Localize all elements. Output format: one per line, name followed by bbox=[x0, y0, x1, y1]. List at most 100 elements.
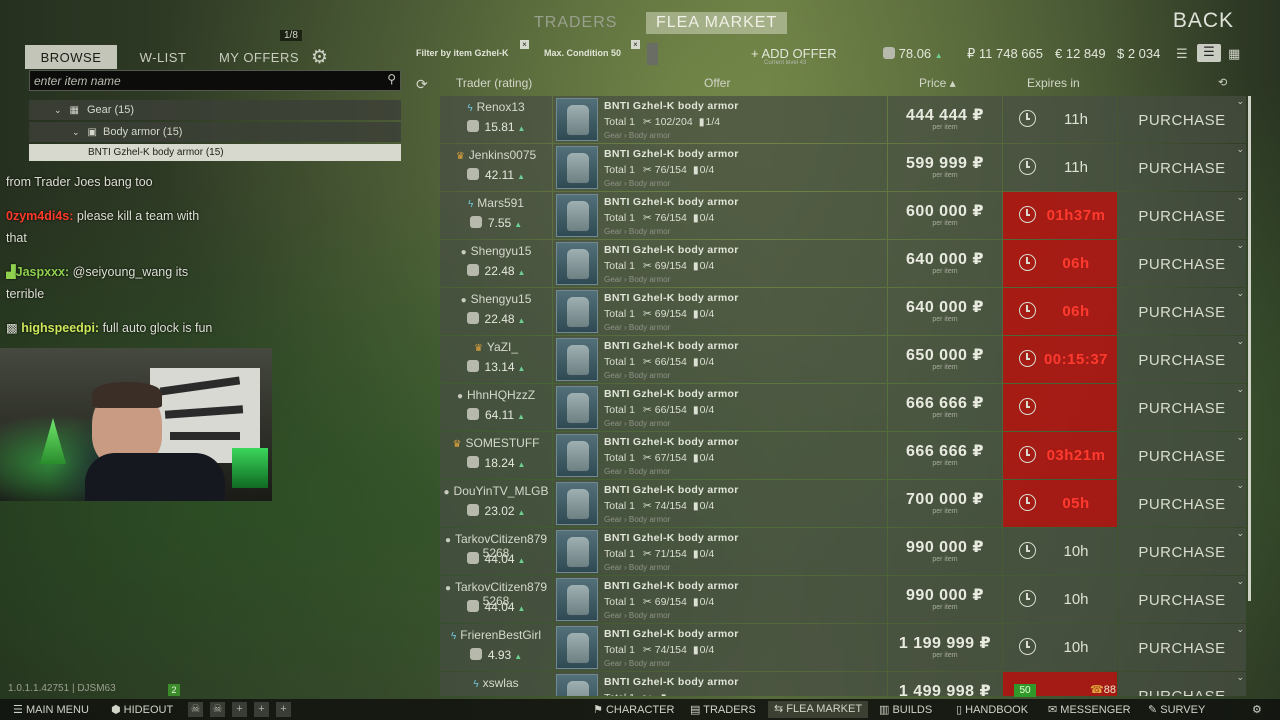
purchase-button[interactable]: PURCHASE ⌄ bbox=[1118, 528, 1246, 575]
chevron-down-icon[interactable]: ⌄ bbox=[1236, 192, 1244, 203]
chevron-down-icon[interactable]: ⌄ bbox=[1236, 480, 1244, 491]
purchase-button[interactable]: PURCHASE ⌄ bbox=[1118, 480, 1246, 527]
chevron-down-icon[interactable]: ⌄ bbox=[1236, 96, 1244, 107]
refresh-icon[interactable]: ⟳ bbox=[416, 76, 428, 93]
search-field[interactable]: ⚲ bbox=[29, 70, 401, 91]
trader-cell[interactable]: ♛ Jenkins0075 42.11 ▲ bbox=[440, 144, 552, 191]
chevron-down-icon[interactable]: ⌄ bbox=[1236, 288, 1244, 299]
body-armor-thumbnail[interactable] bbox=[556, 242, 598, 285]
offer-cell[interactable]: BNTI Gzhel-K body armor Total 1 ✂ 69/154 ▮0… bbox=[553, 288, 887, 335]
body-armor-thumbnail[interactable] bbox=[556, 434, 598, 477]
chevron-down-icon[interactable]: ⌄ bbox=[1236, 144, 1244, 155]
body-armor-thumbnail[interactable] bbox=[556, 194, 598, 237]
purchase-button[interactable]: PURCHASE ⌄ bbox=[1118, 576, 1246, 623]
body-armor-thumbnail[interactable] bbox=[556, 98, 598, 141]
close-icon[interactable]: × bbox=[631, 40, 640, 49]
offer-cell[interactable]: BNTI Gzhel-K body armor Total 1 ✂ 74/154 ▮0… bbox=[553, 624, 887, 671]
filter-item-chip[interactable]: Filter by item Gzhel-K bbox=[416, 48, 509, 58]
trader-name[interactable]: ● HhnHQHzzZ bbox=[440, 389, 552, 403]
purchase-button[interactable]: PURCHASE ⌄ bbox=[1118, 432, 1246, 479]
list-view-icon[interactable]: ☰ bbox=[1176, 46, 1188, 62]
body-armor-thumbnail[interactable] bbox=[556, 146, 598, 189]
offer-cell[interactable]: BNTI Gzhel-K body armor Total 1 ✂ 66/154 ▮0… bbox=[553, 336, 887, 383]
offer-cell[interactable]: BNTI Gzhel-K body armor Total 1 ✂ 76/154 ▮0… bbox=[553, 144, 887, 191]
body-armor-thumbnail[interactable] bbox=[556, 386, 598, 429]
tab-traders[interactable]: TRADERS bbox=[524, 12, 627, 34]
purchase-button[interactable]: PURCHASE ⌄ bbox=[1118, 96, 1246, 143]
trader-name[interactable]: ϟ xswlas bbox=[440, 677, 552, 691]
hideout-button[interactable]: ⬢ HIDEOUT bbox=[111, 703, 173, 716]
purchase-button[interactable]: PURCHASE ⌄ bbox=[1118, 384, 1246, 431]
header-expires[interactable]: Expires in bbox=[1027, 76, 1080, 90]
chevron-down-icon[interactable]: ⌄ bbox=[1236, 576, 1244, 587]
purchase-button[interactable]: PURCHASE ⌄ bbox=[1118, 624, 1246, 671]
trader-name[interactable]: ϟ Renox13 bbox=[440, 101, 552, 115]
body-armor-thumbnail[interactable] bbox=[556, 530, 598, 573]
trader-cell[interactable]: ● Shengyu15 22.48 ▲ bbox=[440, 240, 552, 287]
trader-cell[interactable]: ♛ SOMESTUFF 18.24 ▲ bbox=[440, 432, 552, 479]
search-input[interactable] bbox=[30, 71, 370, 90]
trader-cell[interactable]: ♛ YaZI_ 13.14 ▲ bbox=[440, 336, 552, 383]
add-offer-button[interactable]: + ADD OFFER bbox=[751, 46, 837, 61]
trader-name[interactable]: ♛ SOMESTUFF bbox=[440, 437, 552, 451]
character-button[interactable]: ⚑ CHARACTER bbox=[593, 703, 674, 716]
settings-icon[interactable]: ⚙ bbox=[1252, 703, 1262, 716]
chevron-down-icon[interactable]: ⌄ bbox=[1236, 240, 1244, 251]
purchase-button[interactable]: PURCHASE ⌄ bbox=[1118, 336, 1246, 383]
tree-item-gzhel-k[interactable]: BNTI Gzhel-K body armor (15) bbox=[29, 144, 401, 161]
trader-cell[interactable]: ϟ FrierenBestGirl 4.93 ▲ bbox=[440, 624, 552, 671]
filter-options-handle[interactable] bbox=[647, 43, 658, 65]
purchase-button[interactable]: PURCHASE ⌄ bbox=[1118, 240, 1246, 287]
trader-cell[interactable]: ϟ Mars591 7.55 ▲ bbox=[440, 192, 552, 239]
handbook-button[interactable]: ▯ HANDBOOK bbox=[956, 703, 1028, 716]
tab-browse[interactable]: BROWSE bbox=[25, 45, 117, 69]
search-icon[interactable]: ⚲ bbox=[387, 72, 396, 86]
close-icon[interactable]: × bbox=[520, 40, 529, 49]
body-armor-thumbnail[interactable] bbox=[556, 290, 598, 333]
trader-cell[interactable]: ϟ Renox13 15.81 ▲ bbox=[440, 96, 552, 143]
body-armor-thumbnail[interactable] bbox=[556, 578, 598, 621]
add-slot-icon[interactable]: + bbox=[276, 702, 291, 717]
body-armor-thumbnail[interactable] bbox=[556, 482, 598, 525]
flea-market-button[interactable]: ⇆ FLEA MARKET bbox=[768, 701, 869, 718]
tab-wishlist[interactable]: W-LIST bbox=[130, 45, 196, 69]
chevron-down-icon[interactable]: ⌄ bbox=[1236, 384, 1244, 395]
chevron-down-icon[interactable]: ⌄ bbox=[1236, 336, 1244, 347]
add-slot-icon[interactable]: + bbox=[232, 702, 247, 717]
purchase-button[interactable]: PURCHASE ⌄ bbox=[1118, 192, 1246, 239]
scrollbar[interactable] bbox=[1248, 96, 1251, 601]
trader-name[interactable]: ♛ Jenkins0075 bbox=[440, 149, 552, 163]
header-trader[interactable]: Trader (rating) bbox=[456, 76, 532, 90]
trader-cell[interactable]: ● HhnHQHzzZ 64.11 ▲ bbox=[440, 384, 552, 431]
body-armor-thumbnail[interactable] bbox=[556, 338, 598, 381]
offer-cell[interactable]: BNTI Gzhel-K body armor Total 1 ✂ 74/154 ▮0… bbox=[553, 480, 887, 527]
trader-cell[interactable]: ● Shengyu15 22.48 ▲ bbox=[440, 288, 552, 335]
builds-button[interactable]: ▥ BUILDS bbox=[879, 703, 932, 716]
offer-cell[interactable]: BNTI Gzhel-K body armor Total 1 ✂ 71/154 ▮0… bbox=[553, 528, 887, 575]
offer-cell[interactable]: BNTI Gzhel-K body armor Total 1 ✂ 69/154 ▮0… bbox=[553, 240, 887, 287]
trader-name[interactable]: ♛ YaZI_ bbox=[440, 341, 552, 355]
offer-cell[interactable]: BNTI Gzhel-K body armor Total 1✂▮ bbox=[553, 672, 887, 696]
main-menu-button[interactable]: ☰ MAIN MENU bbox=[13, 703, 89, 716]
tree-item-gear[interactable]: ⌄ ▦ Gear (15) bbox=[29, 100, 401, 120]
skull-icon[interactable]: ☠ bbox=[210, 702, 225, 717]
offer-cell[interactable]: BNTI Gzhel-K body armor Total 1 ✂ 69/154 ▮0… bbox=[553, 576, 887, 623]
chevron-down-icon[interactable]: ⌄ bbox=[1236, 432, 1244, 443]
auto-refresh-icon[interactable]: ⟲ bbox=[1218, 76, 1227, 89]
trader-cell[interactable]: ● DouYinTV_MLGB 23.02 ▲ bbox=[440, 480, 552, 527]
grid-view-icon[interactable]: ▦ bbox=[1228, 46, 1240, 62]
add-slot-icon[interactable]: + bbox=[254, 702, 269, 717]
tab-my-offers[interactable]: MY OFFERS bbox=[214, 45, 304, 69]
tab-flea-market[interactable]: FLEA MARKET bbox=[646, 12, 788, 34]
trader-cell[interactable]: ϟxswlas ▲ bbox=[440, 672, 552, 696]
trader-name[interactable]: ϟ Mars591 bbox=[440, 197, 552, 211]
trader-cell[interactable]: ● TarkovCitizen879 5268 44.04 ▲ bbox=[440, 576, 552, 623]
trader-name[interactable]: ϟ FrierenBestGirl bbox=[440, 629, 552, 643]
messenger-button[interactable]: ✉ MESSENGER bbox=[1048, 703, 1131, 716]
back-button[interactable]: BACK bbox=[1173, 9, 1234, 33]
trader-name[interactable]: ● Shengyu15 bbox=[440, 245, 552, 259]
offer-cell[interactable]: BNTI Gzhel-K body armor Total 1 ✂ 67/154 ▮0… bbox=[553, 432, 887, 479]
offer-cell[interactable]: BNTI Gzhel-K body armor Total 1 ✂ 66/154 ▮0… bbox=[553, 384, 887, 431]
trader-cell[interactable]: ● TarkovCitizen879 5268 44.04 ▲ bbox=[440, 528, 552, 575]
purchase-button[interactable]: PURCHASE ⌄ bbox=[1118, 672, 1246, 696]
